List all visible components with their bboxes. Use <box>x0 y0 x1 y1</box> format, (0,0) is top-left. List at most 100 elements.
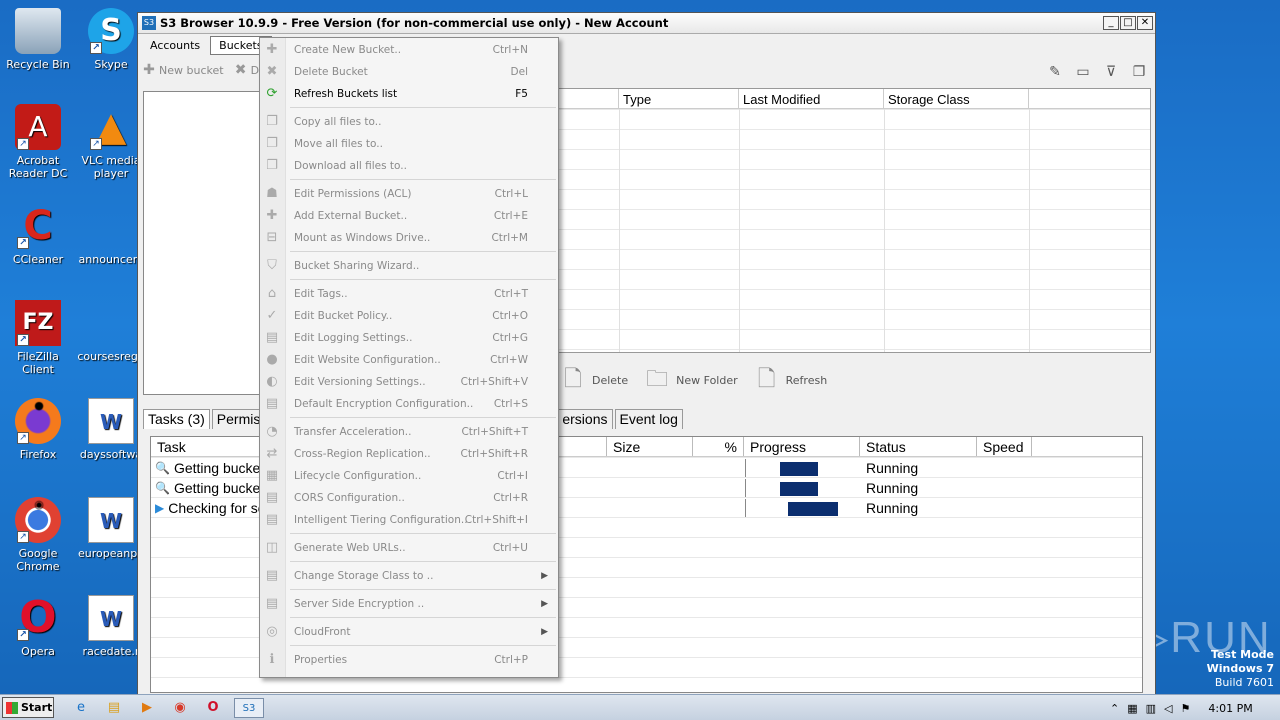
new-bucket-button[interactable]: ✚ New bucket <box>142 63 223 77</box>
delete-file-button[interactable]: 🗋 Delete <box>558 365 628 395</box>
column-size[interactable]: Size <box>607 437 693 456</box>
tab-permissions[interactable]: Permis <box>211 409 266 429</box>
column-speed[interactable]: Speed <box>977 437 1032 456</box>
menu-separator <box>290 645 556 646</box>
menu-item-cors-configuration[interactable]: ▤ CORS Configuration.. Ctrl+R <box>260 487 558 509</box>
menu-item-label: Mount as Windows Drive.. <box>294 232 431 244</box>
menu-item-server-side-encryption[interactable]: ▤ Server Side Encryption .. ▶ <box>260 593 558 615</box>
policy-icon: ✓ <box>266 308 278 323</box>
menu-item-refresh-buckets-list[interactable]: ⟳ Refresh Buckets list F5 <box>260 83 558 105</box>
volume-icon[interactable]: ◁ <box>1164 702 1172 715</box>
column-percent[interactable]: % <box>693 437 744 456</box>
menu-item-edit-bucket-policy[interactable]: ✓ Edit Bucket Policy.. Ctrl+O <box>260 305 558 327</box>
opera-taskbar-icon[interactable]: O <box>202 698 224 718</box>
column-storage-class[interactable]: Storage Class <box>884 89 1029 108</box>
menu-item-edit-versioning-settings[interactable]: ◐ Edit Versioning Settings.. Ctrl+Shift+V <box>260 371 558 393</box>
properties-icon: ℹ <box>269 652 275 667</box>
file-icon <box>88 203 134 249</box>
menu-item-edit-permissions-acl[interactable]: ☗ Edit Permissions (ACL) Ctrl+L <box>260 183 558 205</box>
title-bar[interactable]: S3 S3 Browser 10.9.9 - Free Version (for… <box>138 13 1155 34</box>
menu-item-edit-tags[interactable]: ⌂ Edit Tags.. Ctrl+T <box>260 283 558 305</box>
battery-icon[interactable]: ▥ <box>1146 702 1156 715</box>
play-icon: ▶ <box>155 501 165 515</box>
permissions-icon: ☗ <box>266 186 278 201</box>
menu-item-edit-logging-settings[interactable]: ▤ Edit Logging Settings.. Ctrl+G <box>260 327 558 349</box>
word-doc-icon: W <box>88 497 134 543</box>
bucket-list[interactable] <box>143 91 263 395</box>
desktop-icon-firefox[interactable]: ● ↗ Firefox <box>0 398 76 461</box>
menu-accounts[interactable]: Accounts <box>142 37 208 54</box>
tab-event-log[interactable]: Event log <box>614 409 683 429</box>
files-grid-header: Type Last Modified Storage Class <box>559 89 1150 109</box>
s3-browser-taskbar-icon[interactable]: S3 <box>234 698 264 718</box>
menu-item-copy-all-files-to[interactable]: ❐ Copy all files to.. <box>260 111 558 133</box>
refresh-files-button[interactable]: 🗋 Refresh <box>752 365 827 395</box>
clock[interactable]: 4:01 PM <box>1208 702 1252 715</box>
network-icon[interactable]: ▦ <box>1127 702 1137 715</box>
pencil-icon[interactable]: ✎ <box>1047 64 1063 80</box>
desktop-icon-chrome[interactable]: ◉ ↗ Google Chrome <box>0 497 76 573</box>
search-icon: 🔍 <box>155 461 170 475</box>
test-mode-line3: Build 7601 <box>1214 676 1274 689</box>
window-icon[interactable]: ▭ <box>1075 64 1091 80</box>
column-type[interactable]: Type <box>619 89 739 108</box>
menu-item-add-external-bucket[interactable]: ✚ Add External Bucket.. Ctrl+E <box>260 205 558 227</box>
menu-item-label: Add External Bucket.. <box>294 210 408 222</box>
menu-item-cross-region-replication[interactable]: ⇄ Cross-Region Replication.. Ctrl+Shift+R <box>260 443 558 465</box>
opera-icon: O ↗ <box>15 595 61 641</box>
menu-item-cloudfront[interactable]: ◎ CloudFront ▶ <box>260 621 558 643</box>
copy-icon: ❐ <box>266 114 278 129</box>
start-button[interactable]: Start <box>2 697 54 718</box>
explorer-icon[interactable]: ▤ <box>103 698 125 718</box>
tab-versions[interactable]: ersions <box>557 409 613 429</box>
desktop-icon-label: Opera <box>21 645 55 658</box>
menu-item-properties[interactable]: ℹ Properties Ctrl+P <box>260 649 558 671</box>
menu-item-default-encryption-configuration[interactable]: ▤ Default Encryption Configuration.. Ctrl+… <box>260 393 558 415</box>
menu-item-edit-website-configuration[interactable]: ● Edit Website Configuration.. Ctrl+W <box>260 349 558 371</box>
drive-icon: ⊟ <box>266 230 278 245</box>
word-doc-icon: W <box>88 595 134 641</box>
cloudfront-icon: ◎ <box>266 624 278 639</box>
menu-item-generate-web-urls[interactable]: ◫ Generate Web URLs.. Ctrl+U <box>260 537 558 559</box>
desktop-icon-filezilla[interactable]: FZ ↗ FileZilla Client <box>0 300 76 376</box>
menu-item-delete-bucket[interactable]: ✖ Delete Bucket Del <box>260 61 558 83</box>
menu-item-download-all-files-to[interactable]: ❐ Download all files to.. <box>260 155 558 177</box>
action-center-flag-icon[interactable]: ⚑ <box>1181 702 1191 715</box>
desktop-icon-opera[interactable]: O ↗ Opera <box>0 595 76 658</box>
chrome-taskbar-icon[interactable]: ◉ <box>169 698 191 718</box>
menu-item-label: Lifecycle Configuration.. <box>294 470 422 482</box>
menu-item-move-all-files-to[interactable]: ❐ Move all files to.. <box>260 133 558 155</box>
desktop-icon-acrobat[interactable]: A ↗ Acrobat Reader DC <box>0 104 76 180</box>
progress-bar <box>780 462 818 476</box>
submenu-arrow-icon: ▶ <box>541 571 548 581</box>
menu-item-label: Edit Logging Settings.. <box>294 332 413 344</box>
column-last-modified[interactable]: Last Modified <box>739 89 884 108</box>
column-progress[interactable]: Progress <box>744 437 860 456</box>
column-status[interactable]: Status <box>860 437 977 456</box>
menu-item-change-storage-class-to[interactable]: ▤ Change Storage Class to .. ▶ <box>260 565 558 587</box>
desktop-icon-recycle-bin[interactable]: Recycle Bin <box>0 8 76 71</box>
menu-item-create-new-bucket[interactable]: ✚ Create New Bucket.. Ctrl+N <box>260 39 558 61</box>
menu-item-shortcut: Ctrl+W <box>490 354 528 366</box>
minimize-button[interactable]: _ <box>1103 16 1119 30</box>
ie-icon[interactable]: e <box>70 698 92 718</box>
copy-icon[interactable]: ❐ <box>1131 64 1147 80</box>
media-player-icon[interactable]: ▶ <box>136 698 158 718</box>
tag-icon: ⌂ <box>267 286 277 301</box>
filter-icon[interactable]: ⊽ <box>1103 64 1119 80</box>
new-folder-button[interactable]: 🗀 New Folder <box>642 365 738 395</box>
tray-expand-icon[interactable]: ⌃ <box>1110 702 1119 715</box>
storage-class-icon: ▤ <box>265 568 279 583</box>
menu-item-mount-as-windows-drive[interactable]: ⊟ Mount as Windows Drive.. Ctrl+M <box>260 227 558 249</box>
tab-tasks[interactable]: Tasks (3) <box>143 409 210 429</box>
menu-item-shortcut: F5 <box>515 88 528 100</box>
desktop-icon-ccleaner[interactable]: C ↗ CCleaner <box>0 203 76 266</box>
files-grid[interactable]: Type Last Modified Storage Class <box>558 88 1151 353</box>
maximize-button[interactable]: □ <box>1120 16 1136 30</box>
menu-item-intelligent-tiering-configuration[interactable]: ▤ Intelligent Tiering Configuration.. Ctrl… <box>260 509 558 531</box>
menu-separator <box>290 279 556 280</box>
menu-item-transfer-acceleration[interactable]: ◔ Transfer Acceleration.. Ctrl+Shift+T <box>260 421 558 443</box>
menu-item-lifecycle-configuration[interactable]: ▦ Lifecycle Configuration.. Ctrl+I <box>260 465 558 487</box>
menu-item-bucket-sharing-wizard[interactable]: ⛉ Bucket Sharing Wizard.. <box>260 255 558 277</box>
close-button[interactable]: ✕ <box>1137 16 1153 30</box>
